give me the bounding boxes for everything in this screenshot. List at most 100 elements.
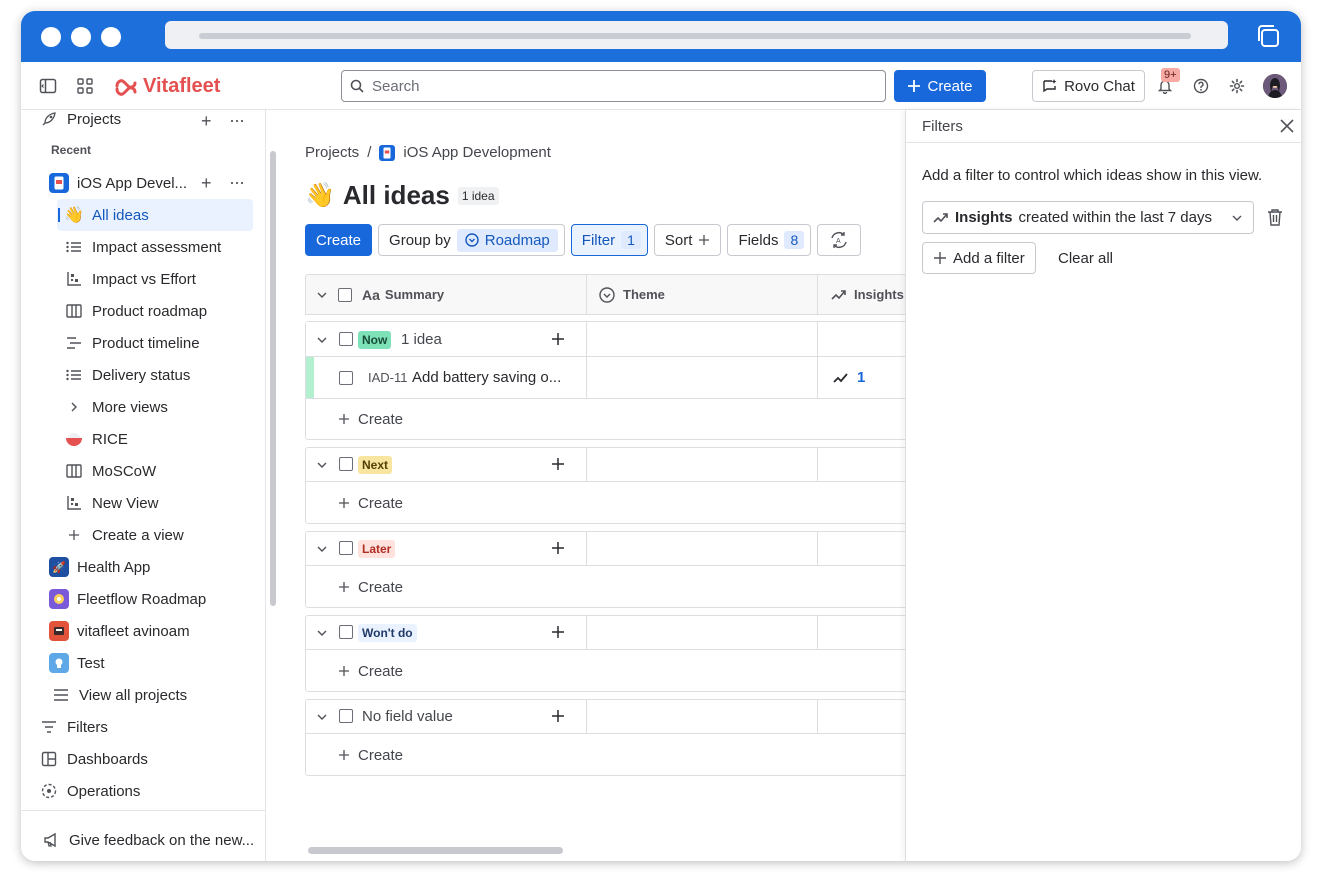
brand-name: Vitafleet xyxy=(143,74,221,97)
insights-count[interactable]: 1 xyxy=(857,369,865,386)
settings-gear-icon[interactable] xyxy=(1226,75,1248,97)
group-checkbox[interactable] xyxy=(339,709,353,723)
sidebar-item-rice[interactable]: RICE xyxy=(64,425,296,453)
search-box[interactable] xyxy=(341,70,886,102)
group-checkbox[interactable] xyxy=(339,332,353,346)
sidebar-item-moscow[interactable]: MoSCoW xyxy=(64,457,296,485)
sidebar-view-label: Delivery status xyxy=(92,366,191,384)
create-idea-button[interactable]: Create xyxy=(305,224,373,256)
test-project-icon xyxy=(49,653,69,673)
help-icon[interactable] xyxy=(1190,75,1212,97)
dashboard-icon xyxy=(39,749,59,769)
app-switcher-icon[interactable] xyxy=(74,75,96,97)
header-summary[interactable]: Aa Summary xyxy=(305,274,587,315)
add-filter-button[interactable]: Add a filter xyxy=(922,242,1036,274)
sidebar-view-label: MoSCoW xyxy=(92,462,157,480)
sidebar-item-more-views[interactable]: More views xyxy=(64,393,296,421)
window-minimize-dot[interactable] xyxy=(71,27,91,47)
projects-more-icon[interactable]: ··· xyxy=(229,110,245,131)
window-close-dot[interactable] xyxy=(41,27,61,47)
sidebar-item-new-view[interactable]: New View xyxy=(64,489,296,517)
text-field-icon: Aa xyxy=(362,286,380,303)
search-input[interactable] xyxy=(372,77,852,95)
filters-nav-label: Filters xyxy=(67,718,108,736)
group-label: No field value xyxy=(362,708,453,725)
sidebar-item-delivery-status[interactable]: Delivery status xyxy=(64,361,296,389)
vitafleet-logo-icon xyxy=(115,79,137,96)
create-row-no-field-value[interactable]: Create xyxy=(338,745,403,765)
table-row[interactable]: IAD-11 Add battery saving o... 1 xyxy=(306,357,905,399)
current-project-more-icon[interactable]: ··· xyxy=(229,172,245,193)
breadcrumb-project-link[interactable]: iOS App Development xyxy=(403,144,551,161)
chevron-down-icon[interactable] xyxy=(316,459,328,471)
view-all-projects-label: View all projects xyxy=(79,686,188,704)
search-icon xyxy=(350,79,364,93)
sidebar-item-product-timeline[interactable]: Product timeline xyxy=(64,329,296,357)
chevron-down-icon[interactable] xyxy=(316,543,328,555)
sidebar-item-fleetflow-roadmap[interactable]: Fleetflow Roadmap xyxy=(49,585,281,613)
group-checkbox[interactable] xyxy=(339,625,353,639)
sidebar-toggle-icon[interactable] xyxy=(37,75,59,97)
header-theme[interactable]: Theme xyxy=(587,274,818,315)
create-row-now[interactable]: Create xyxy=(338,409,403,429)
create-row-later[interactable]: Create xyxy=(338,577,403,597)
add-idea-icon[interactable] xyxy=(551,709,565,723)
add-idea-icon[interactable] xyxy=(551,332,565,346)
group-by-value-label: Roadmap xyxy=(484,231,550,249)
sidebar-item-health-app[interactable]: 🚀 Health App xyxy=(49,553,281,581)
sidebar-item-operations[interactable]: Operations xyxy=(39,777,271,805)
sidebar-item-create-view[interactable]: Create a view xyxy=(64,521,296,549)
sidebar-item-view-all-projects[interactable]: View all projects xyxy=(51,681,283,709)
breadcrumb-projects-link[interactable]: Projects xyxy=(305,144,359,161)
sidebar-item-vitafleet-avinoam[interactable]: vitafleet avinoam xyxy=(49,617,281,645)
chevron-down-icon[interactable] xyxy=(316,627,328,639)
sort-button[interactable]: Sort xyxy=(653,224,722,256)
user-avatar[interactable] xyxy=(1263,74,1287,98)
address-bar[interactable] xyxy=(165,21,1228,49)
projects-add-icon[interactable]: + xyxy=(201,111,212,132)
vitafleet-logo[interactable]: Vitafleet xyxy=(113,73,220,99)
autofill-ai-button[interactable]: A xyxy=(817,224,862,256)
create-row-wont-do[interactable]: Create xyxy=(338,661,403,681)
create-row-next[interactable]: Create xyxy=(338,493,403,513)
rovo-chat-button[interactable]: Rovo Chat xyxy=(1032,70,1145,102)
trash-icon[interactable] xyxy=(1267,208,1283,226)
group-by-button[interactable]: Group by Roadmap xyxy=(378,224,565,256)
clear-all-button[interactable]: Clear all xyxy=(1058,242,1113,274)
group-checkbox[interactable] xyxy=(339,457,353,471)
sidebar-item-dashboards[interactable]: Dashboards xyxy=(39,745,271,773)
column-divider xyxy=(586,532,587,565)
chevron-down-icon[interactable] xyxy=(316,289,328,301)
global-create-button[interactable]: Create xyxy=(894,70,986,102)
filter-condition-dropdown[interactable]: Insights created within the last 7 days xyxy=(922,201,1254,234)
row-checkbox[interactable] xyxy=(339,371,353,385)
filter-button[interactable]: Filter 1 xyxy=(570,224,648,256)
sidebar-feedback-link[interactable]: Give feedback on the new... xyxy=(41,826,263,854)
idea-summary[interactable]: Add battery saving o... xyxy=(412,369,561,386)
fields-button[interactable]: Fields 8 xyxy=(727,224,812,256)
sidebar-item-product-roadmap[interactable]: Product roadmap xyxy=(64,297,296,325)
add-idea-icon[interactable] xyxy=(551,541,565,555)
window-maximize-dot[interactable] xyxy=(101,27,121,47)
sidebar-item-impact-assessment[interactable]: Impact assessment xyxy=(64,233,296,261)
chevron-down-icon[interactable] xyxy=(316,711,328,723)
close-icon[interactable] xyxy=(1278,117,1296,135)
add-idea-icon[interactable] xyxy=(551,457,565,471)
filter-count: 1 xyxy=(621,231,641,249)
sidebar-view-label: More views xyxy=(92,398,168,416)
horizontal-scrollbar[interactable] xyxy=(308,847,563,854)
current-project-add-icon[interactable]: + xyxy=(201,173,212,194)
header-insights[interactable]: Insights xyxy=(818,274,905,315)
sidebar-item-all-ideas[interactable]: 👋 All ideas xyxy=(57,199,253,231)
sidebar-item-filters[interactable]: Filters xyxy=(39,713,271,741)
filters-description: Add a filter to control which ideas show… xyxy=(922,167,1263,184)
copy-window-icon[interactable] xyxy=(1255,23,1281,49)
add-idea-icon[interactable] xyxy=(551,625,565,639)
chevron-down-icon[interactable] xyxy=(316,334,328,346)
sidebar-scrollbar[interactable] xyxy=(270,151,276,606)
sidebar-item-test[interactable]: Test xyxy=(49,649,281,677)
select-all-checkbox[interactable] xyxy=(338,287,352,302)
list-icon xyxy=(64,365,84,385)
sidebar-item-impact-vs-effort[interactable]: Impact vs Effort xyxy=(64,265,296,293)
group-checkbox[interactable] xyxy=(339,541,353,555)
